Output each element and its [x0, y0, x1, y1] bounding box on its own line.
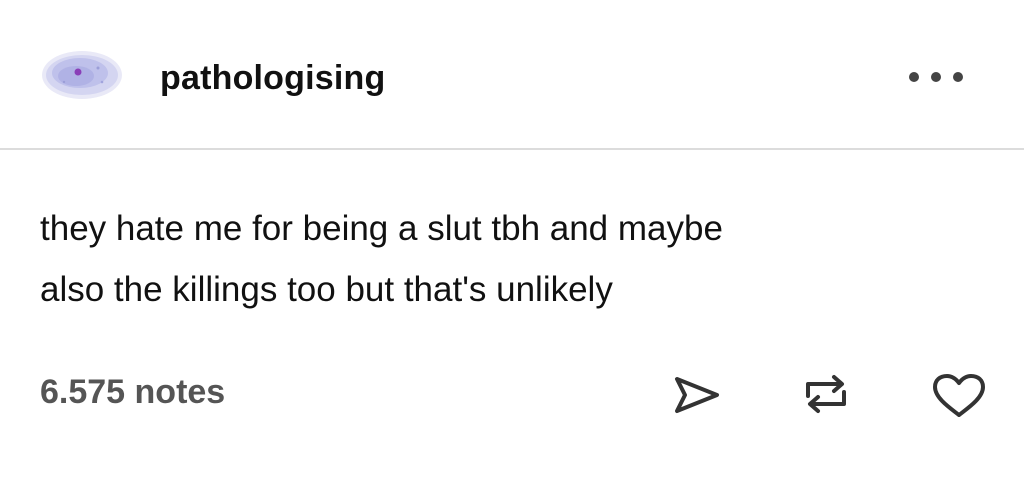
avatar-icon — [42, 51, 122, 99]
ellipsis-icon — [909, 72, 963, 82]
username[interactable]: pathologising — [160, 58, 385, 98]
like-button[interactable] — [930, 372, 988, 420]
share-arrow-icon — [675, 377, 719, 413]
post-card: pathologising they hate me for being a s… — [0, 0, 1024, 484]
post-header: pathologising — [0, 0, 1024, 150]
notes-count[interactable]: 6.575 notes — [40, 372, 225, 412]
reblog-button[interactable] — [800, 372, 852, 416]
post-body-line: they hate me for being a slut tbh and ma… — [40, 209, 723, 248]
avatar[interactable] — [40, 48, 124, 102]
post-body-line: also the killings too but that's unlikel… — [40, 270, 613, 309]
reblog-icon — [806, 375, 846, 413]
post-body: they hate me for being a slut tbh and ma… — [40, 198, 1000, 320]
share-button[interactable] — [672, 374, 722, 416]
heart-icon — [933, 374, 985, 417]
more-options-button[interactable] — [904, 66, 968, 88]
